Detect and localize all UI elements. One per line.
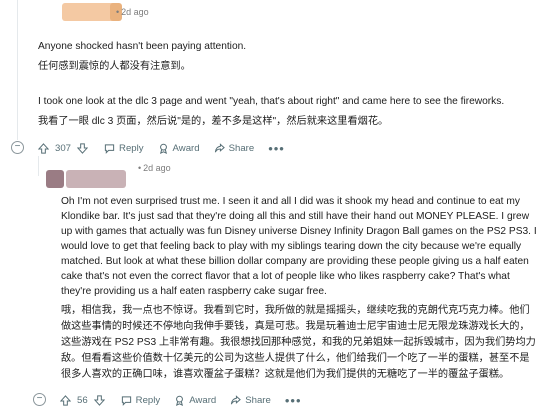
comment-actions: 307 Reply Award Share ••• <box>38 140 285 156</box>
comment-translation-line: 任何感到震惊的人都没有注意到。 <box>38 61 191 72</box>
comment-text-line: would love to get that feeling back to p… <box>61 241 522 252</box>
avatar[interactable] <box>46 170 64 188</box>
share-icon <box>214 142 225 152</box>
reply-label: Reply <box>119 142 144 154</box>
arrow-down-icon[interactable] <box>93 394 105 406</box>
reply-button[interactable]: Reply <box>121 394 161 406</box>
comment-translation-line: 我看了一眼 dlc 3 页面，然后说"是的，差不多是这样"，然后就来这里看烟花。 <box>38 116 389 127</box>
vote-count: 56 <box>77 394 88 406</box>
comment-translation-line: 很多人喜欢的正确口味，谁喜欢覆盆子蛋糕？这就是他们为我们提供的无糖吃了一半的覆盆… <box>61 369 510 380</box>
vote-control: 307 <box>38 142 89 154</box>
comment-meta: • 2d ago <box>138 163 171 173</box>
timestamp: 2d ago <box>143 163 171 173</box>
share-icon <box>231 394 242 404</box>
award-icon <box>176 395 184 406</box>
comment-translation-line: 这些游戏在 PS2 PS3 上非常有趣。我很想找回那种感觉，和我的兄弟姐妹一起拆… <box>61 337 536 348</box>
reply-button[interactable]: Reply <box>104 143 144 154</box>
username[interactable] <box>66 170 126 188</box>
collapse-minus-icon[interactable]: − <box>11 141 24 154</box>
award-icon <box>159 143 167 154</box>
comment-text-line: they're providing us a half eaten raspbe… <box>61 286 327 297</box>
comment-translation-line: 做这些事情的时候还不停地向我伸手要钱，真是可悲。我是玩着迪士尼宇宙迪士尼无限龙珠… <box>61 321 530 332</box>
share-button[interactable]: Share <box>230 395 271 406</box>
comment-text-line: Klondike bar. It's just sad that they're… <box>61 211 530 222</box>
award-button[interactable]: Award <box>158 143 200 154</box>
comment-actions: 56 Reply Award Share ••• <box>60 392 302 408</box>
share-button[interactable]: Share <box>214 142 255 154</box>
award-label: Award <box>189 394 217 406</box>
comment-text-line: Anyone shocked hasn't been paying attent… <box>38 41 247 52</box>
vote-control: 56 <box>60 395 105 406</box>
collapse-minus-icon[interactable]: − <box>33 393 46 406</box>
award-label: Award <box>172 142 200 154</box>
thread-line <box>38 156 39 176</box>
speech-bubble-icon <box>104 143 115 154</box>
share-label: Share <box>228 142 255 154</box>
vote-count: 307 <box>55 142 72 154</box>
ellipsis-icon[interactable]: ••• <box>268 141 285 156</box>
avatar[interactable] <box>62 3 116 21</box>
share-label: Share <box>245 394 271 406</box>
comment-translation-line: 敌。但看看这些价值数十亿美元的公司为这些人提供了什么，他们给我们一个吃了一半的蛋… <box>61 353 530 364</box>
comment-text-line: cake that's not even the correct flavor … <box>61 271 510 282</box>
award-button[interactable]: Award <box>174 395 216 406</box>
comment-text-line: Oh I'm not even surprised trust me. I se… <box>61 196 520 207</box>
comment-text-line: I took one look at the dlc 3 page and we… <box>38 96 505 107</box>
comment-translation-line: 哦，相信我，我一点也不惊讶。我看到它时，我所做的就是摇摇头，继续吃我的克朗代克巧… <box>61 305 530 316</box>
arrow-up-icon[interactable] <box>38 142 49 154</box>
reply-label: Reply <box>135 394 161 406</box>
timestamp: 2d ago <box>121 7 149 17</box>
arrow-up-icon[interactable] <box>60 394 71 406</box>
arrow-down-icon[interactable] <box>77 142 89 154</box>
speech-bubble-icon <box>121 395 131 406</box>
comment-text-line: matched. But look at what these billion … <box>61 256 529 267</box>
thread-line <box>17 0 18 140</box>
ellipsis-icon[interactable]: ••• <box>285 393 302 408</box>
comment-text-line: up with games that actually was fun Disn… <box>61 226 537 237</box>
comment-meta: • 2d ago <box>116 7 149 17</box>
